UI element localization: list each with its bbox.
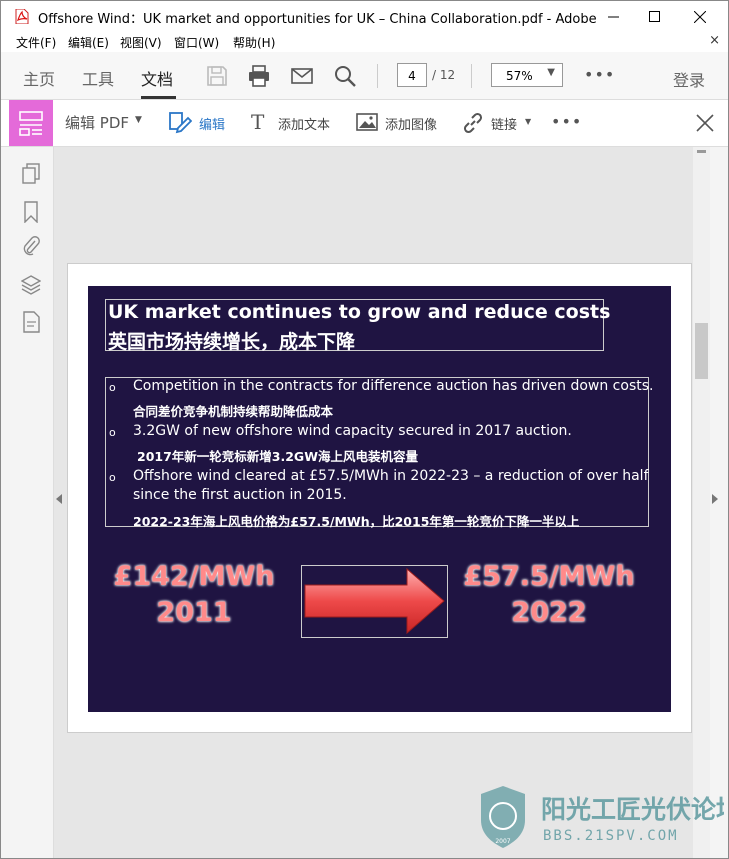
year-2022: 2022 <box>511 597 587 628</box>
menu-edit[interactable]: 编辑(E) <box>68 34 109 51</box>
menu-bar: 文件(F) 编辑(E) 视图(V) 窗口(W) 帮助(H) × <box>1 32 728 52</box>
toolbar-separator <box>377 64 378 88</box>
tab-document[interactable]: 文档 <box>141 66 173 90</box>
year-2011: 2011 <box>156 597 232 628</box>
edit-text-icon[interactable] <box>168 110 192 134</box>
pages-thumbnails-icon[interactable] <box>21 163 41 185</box>
title-bar: Offshore Wind：UK market and opportunitie… <box>1 1 728 32</box>
edit-pdf-label[interactable]: 编辑 PDF <box>65 112 129 133</box>
active-tab-indicator <box>141 96 176 99</box>
scrollbar-thumb[interactable] <box>695 323 708 379</box>
slide-title-en: UK market continues to grow and reduce c… <box>108 301 611 323</box>
more-edit-tools-button[interactable]: ••• <box>551 112 582 131</box>
bullet-2-en: 3.2GW of new offshore wind capacity secu… <box>133 423 572 439</box>
scroll-up-icon[interactable] <box>697 150 706 153</box>
chevron-down-icon: ▼ <box>547 67 555 78</box>
attachment-icon[interactable] <box>21 235 41 257</box>
bullet-3-en: Offshore wind cleared at £57.5/MWh in 20… <box>133 468 649 484</box>
link-button[interactable]: 链接 <box>491 114 517 133</box>
close-icon <box>694 10 706 23</box>
navigation-panel <box>1 147 54 858</box>
minimize-button[interactable] <box>590 1 636 32</box>
text-tool-icon[interactable]: T <box>251 110 264 134</box>
minimize-icon <box>607 16 619 18</box>
price-2022: £57.5/MWh <box>463 561 635 592</box>
menu-view[interactable]: 视图(V) <box>120 34 162 51</box>
page-total: / 12 <box>432 68 456 82</box>
zoom-value: 57% <box>506 69 533 83</box>
pdf-file-icon <box>15 9 29 24</box>
forum-watermark-logo: 2007 阳光工匠光伏论坛 BBS.21SPV.COM <box>479 784 728 850</box>
menu-close-document[interactable]: × <box>709 33 720 48</box>
edit-pdf-toolbar: 编辑 PDF ▼ 编辑 T 添加文本 添加图像 链接 ▼ ••• <box>1 100 728 147</box>
window-title: Offshore Wind：UK market and opportunitie… <box>38 12 598 27</box>
watermark-year: 2007 <box>495 838 510 845</box>
image-icon[interactable] <box>356 113 378 131</box>
link-icon[interactable] <box>461 111 485 135</box>
more-tools-button[interactable]: ••• <box>584 65 615 84</box>
menu-window[interactable]: 窗口(W) <box>174 34 219 51</box>
price-2011: £142/MWh <box>113 561 275 592</box>
menu-file[interactable]: 文件(F) <box>16 34 56 51</box>
chevron-down-icon[interactable]: ▼ <box>525 117 531 126</box>
watermark-text: 阳光工匠光伏论坛 <box>541 795 724 824</box>
bullet-marker: o <box>109 426 116 439</box>
next-page-arrow-icon[interactable] <box>712 494 718 504</box>
print-icon[interactable] <box>247 64 271 88</box>
bullet-marker: o <box>109 471 116 484</box>
edit-button[interactable]: 编辑 <box>199 114 225 133</box>
tab-tools[interactable]: 工具 <box>82 66 114 90</box>
save-icon[interactable] <box>205 64 229 88</box>
main-toolbar: 主页 工具 文档 ••• 登录 <box>1 52 728 100</box>
chevron-down-icon[interactable]: ▼ <box>135 115 142 125</box>
menu-help[interactable]: 帮助(H) <box>233 34 275 51</box>
acrobat-window: Offshore Wind：UK market and opportunitie… <box>0 0 729 859</box>
edit-pdf-tool-badge[interactable] <box>9 100 53 146</box>
email-icon[interactable] <box>290 64 314 88</box>
edit-pdf-icon <box>19 111 43 136</box>
close-toolbar-icon[interactable] <box>696 114 714 132</box>
login-button[interactable]: 登录 <box>673 67 705 91</box>
add-text-button[interactable]: 添加文本 <box>278 114 330 133</box>
bookmark-icon[interactable] <box>21 201 41 223</box>
page-number-input[interactable]: 4 <box>397 63 427 87</box>
bullet-2-cn: 2017年新一轮竞标新增3.2GW海上风电装机容量 <box>137 449 418 464</box>
zoom-select[interactable]: 57% ▼ <box>491 63 563 87</box>
bullet-1-cn: 合同差价竞争机制持续帮助降低成本 <box>133 404 334 419</box>
slide-title-cn: 英国市场持续增长，成本下降 <box>108 331 356 353</box>
bullet-3-cn: 2022-23年海上风电价格为£57.5/MWh，比2015年第一轮竞价下降一半… <box>133 514 580 529</box>
watermark-url: BBS.21SPV.COM <box>543 828 679 844</box>
arrow-frame <box>301 565 448 638</box>
maximize-icon <box>648 11 660 22</box>
right-arrow-icon <box>304 567 445 635</box>
search-icon[interactable] <box>333 64 357 88</box>
previous-page-arrow-icon[interactable] <box>56 494 62 504</box>
vertical-scrollbar[interactable] <box>693 147 710 858</box>
tab-home[interactable]: 主页 <box>23 66 55 90</box>
bullet-marker: o <box>109 381 116 394</box>
document-properties-icon[interactable] <box>21 311 41 333</box>
maximize-button[interactable] <box>631 1 677 32</box>
bullet-1-en: Competition in the contracts for differe… <box>133 378 654 394</box>
layers-icon[interactable] <box>21 274 41 296</box>
toolbar-separator <box>471 64 472 88</box>
close-button[interactable] <box>677 1 723 32</box>
bullet-3-en-cont: since the first auction in 2015. <box>133 487 347 503</box>
add-image-button[interactable]: 添加图像 <box>385 114 437 133</box>
